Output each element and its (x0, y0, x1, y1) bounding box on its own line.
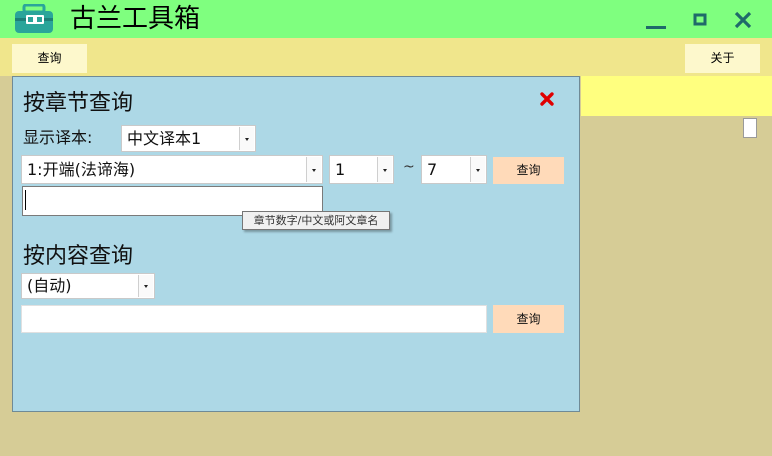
translation-label: 显示译本: (23, 128, 93, 147)
chevron-down-icon (470, 157, 485, 182)
translation-select-value: 中文译本1 (127, 129, 202, 148)
chevron-down-icon (377, 157, 392, 182)
verse-to-value: 7 (427, 160, 438, 179)
range-separator: ~ (403, 159, 415, 175)
chapter-select[interactable]: 1:开端(法谛海) (21, 155, 323, 184)
verse-from-value: 1 (335, 160, 346, 179)
toolbox-icon (15, 4, 53, 33)
content-search-input[interactable] (21, 305, 487, 333)
close-panel-icon[interactable] (539, 91, 555, 107)
maximize-icon[interactable] (688, 8, 712, 32)
chapter-query-title: 按章节查询 (23, 91, 134, 116)
text-caret (25, 190, 26, 210)
chevron-down-icon (306, 157, 321, 182)
content-mode-value: (自动) (27, 276, 72, 295)
chevron-down-icon (138, 275, 153, 297)
app-title: 古兰工具箱 (70, 4, 201, 34)
about-button[interactable]: 关于 (685, 44, 760, 73)
input-hint-tooltip: 章节数字/中文或阿文章名 (242, 211, 390, 230)
minimize-icon[interactable] (644, 8, 668, 32)
query-panel: 按章节查询 显示译本: 中文译本1 1:开端(法谛海) 1 ~ 7 查询 按内容… (12, 76, 580, 412)
translation-select[interactable]: 中文译本1 (121, 125, 256, 152)
query-menu-button[interactable]: 查询 (12, 44, 87, 73)
content-query-title: 按内容查询 (23, 244, 134, 269)
content-mode-select[interactable]: (自动) (21, 273, 155, 299)
toolbar: 查询 关于 (0, 38, 772, 76)
chapter-query-button[interactable]: 查询 (493, 157, 564, 184)
close-icon[interactable] (731, 8, 755, 32)
content-query-button[interactable]: 查询 (493, 305, 564, 333)
title-bar: 古兰工具箱 (0, 0, 772, 38)
verse-to-select[interactable]: 7 (421, 155, 487, 184)
scrollbar-thumb[interactable] (743, 118, 757, 138)
chapter-select-value: 1:开端(法谛海) (27, 160, 136, 179)
result-header-strip (581, 76, 772, 116)
chevron-down-icon (239, 127, 254, 150)
verse-from-select[interactable]: 1 (329, 155, 394, 184)
